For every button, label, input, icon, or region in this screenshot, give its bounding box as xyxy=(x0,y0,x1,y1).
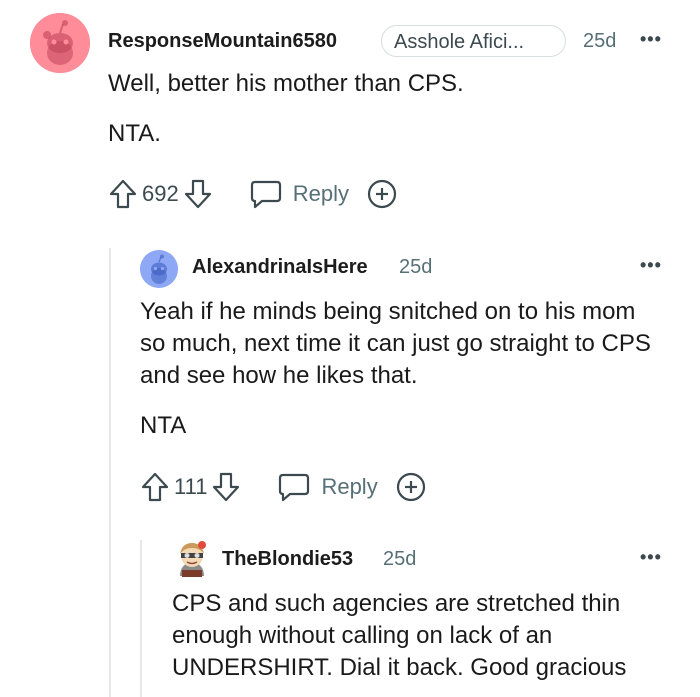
reply-button[interactable]: Reply xyxy=(249,178,349,210)
timestamp[interactable]: 25d xyxy=(583,30,616,53)
award-plus-icon[interactable] xyxy=(365,177,399,211)
downvote-icon[interactable] xyxy=(183,178,213,210)
comment-paragraph: Well, better his mother than CPS. xyxy=(108,70,464,97)
avatar[interactable] xyxy=(172,540,212,580)
more-options-icon[interactable]: ••• xyxy=(640,255,662,276)
reply-button[interactable]: Reply xyxy=(277,471,378,503)
avatar[interactable] xyxy=(30,13,90,73)
vote-count: 692 xyxy=(142,181,179,206)
upvote-icon[interactable] xyxy=(140,471,170,503)
comment-paragraph: CPS and such agencies are stretched thin… xyxy=(172,590,627,681)
upvote-icon[interactable] xyxy=(108,178,138,210)
comment-paragraph: NTA xyxy=(140,412,187,439)
chat-bubble-icon xyxy=(250,180,281,209)
snoo-avatar-icon xyxy=(140,250,178,288)
vote-count: 111 xyxy=(174,474,208,499)
comment-actions: 692 Reply xyxy=(108,176,399,212)
user-flair: Asshole Afici... xyxy=(381,25,566,57)
comment-body: CPS and such agencies are stretched thin… xyxy=(172,588,682,684)
reply-label: Reply xyxy=(292,181,349,206)
thread-line-level2[interactable] xyxy=(140,540,142,697)
more-options-icon[interactable]: ••• xyxy=(640,29,662,50)
chat-bubble-icon xyxy=(279,473,310,502)
custom-avatar-icon xyxy=(180,541,206,577)
thread-line-level1[interactable] xyxy=(109,248,111,697)
comment-body: Yeah if he minds being snitched on to hi… xyxy=(140,296,660,442)
username[interactable]: AlexandrinaIsHere xyxy=(192,256,368,279)
award-plus-icon[interactable] xyxy=(394,470,428,504)
avatar[interactable] xyxy=(140,250,178,288)
comment-paragraph: Yeah if he minds being snitched on to hi… xyxy=(140,298,651,389)
comment-body: Well, better his mother than CPS. NTA. xyxy=(108,68,668,150)
timestamp[interactable]: 25d xyxy=(383,548,416,571)
reply-label: Reply xyxy=(321,474,378,499)
comment-actions: 111 Reply xyxy=(140,469,428,505)
snoo-avatar-icon xyxy=(30,13,90,73)
more-options-icon[interactable]: ••• xyxy=(640,547,662,568)
username[interactable]: ResponseMountain6580 xyxy=(108,30,337,53)
username[interactable]: TheBlondie53 xyxy=(222,548,353,571)
downvote-icon[interactable] xyxy=(211,471,241,503)
timestamp[interactable]: 25d xyxy=(399,256,432,279)
comment-paragraph: NTA. xyxy=(108,120,161,147)
